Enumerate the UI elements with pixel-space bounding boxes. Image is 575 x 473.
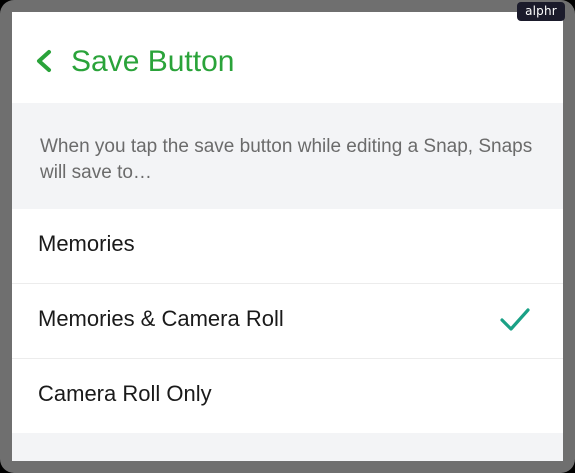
option-camera-roll-only[interactable]: Camera Roll Only — [12, 359, 563, 433]
option-label: Memories — [38, 231, 135, 256]
chevron-left-icon[interactable] — [34, 49, 54, 73]
watermark-logo: alphr — [517, 2, 565, 21]
option-memories-camera-roll[interactable]: Memories & Camera Roll — [12, 284, 563, 358]
option-memories[interactable]: Memories — [12, 209, 563, 283]
footer-section — [12, 433, 563, 461]
settings-screen: Save Button When you tap the save button… — [12, 12, 563, 461]
checkmark-icon — [500, 308, 530, 331]
option-label: Camera Roll Only — [38, 381, 212, 406]
option-label: Memories & Camera Roll — [38, 306, 284, 331]
device-frame: alphr Save Button When you tap the save … — [0, 0, 575, 473]
page-title: Save Button — [71, 45, 235, 78]
header: Save Button — [12, 12, 563, 103]
description-section: When you tap the save button while editi… — [12, 103, 563, 209]
description-text: When you tap the save button while editi… — [40, 136, 533, 183]
